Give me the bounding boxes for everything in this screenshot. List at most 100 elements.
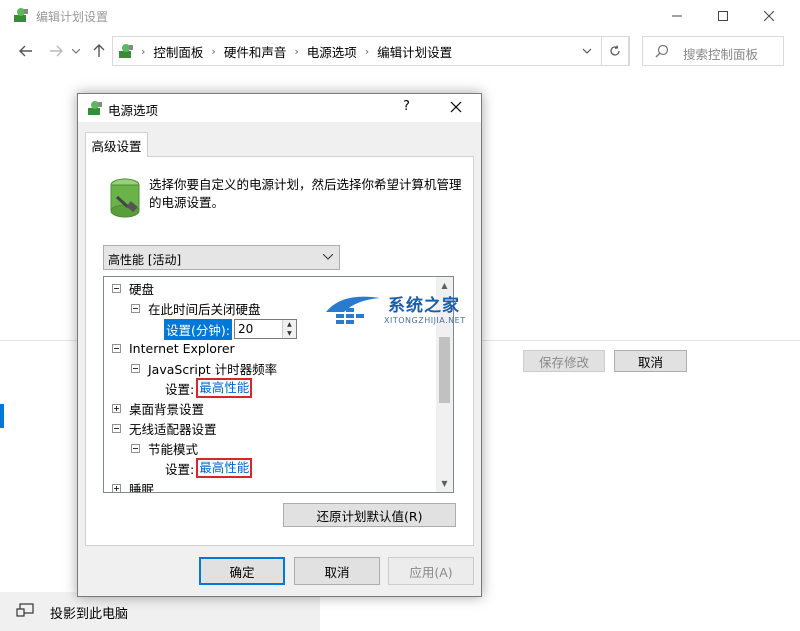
tree-item-hard-disk[interactable]: 硬盘	[112, 278, 154, 298]
dialog-description: 选择你要自定义的电源计划，然后选择你希望计算机管理的电源设置。	[149, 177, 462, 210]
dialog-titlebar: 电源选项 ?	[78, 94, 481, 122]
advanced-settings-panel: 选择你要自定义的电源计划，然后选择你希望计算机管理的电源设置。 高性能 [活动]…	[85, 156, 474, 546]
tree-item-power-save[interactable]: 节能模式	[131, 438, 198, 458]
tree-item-wireless[interactable]: 无线适配器设置	[112, 418, 217, 438]
power-options-dialog: 电源选项 ? 高级设置 选择你要自定义的电源计划，然后选择你希望计算机管理的电源…	[77, 93, 482, 597]
tab-advanced-settings[interactable]: 高级设置	[85, 132, 148, 157]
breadcrumb-separator: ›	[364, 44, 370, 58]
refresh-icon	[610, 45, 620, 56]
tree-item-label: 硬盘	[129, 281, 155, 297]
setting-label: 设置:	[165, 461, 195, 477]
tree-item-label: Internet Explorer	[129, 340, 235, 356]
main-titlebar: 编辑计划设置	[0, 0, 800, 31]
tree-item-label: 睡眠	[129, 481, 155, 493]
breadcrumb-item[interactable]: 电源选项	[307, 42, 357, 61]
collapse-icon[interactable]	[112, 343, 121, 353]
address-dropdown-icon[interactable]	[581, 45, 593, 57]
minimize-icon	[672, 15, 682, 16]
power-options-icon	[14, 8, 28, 22]
power-options-icon	[88, 101, 102, 115]
watermark: 系统之家 XITONGZHIJIA.NET	[322, 290, 472, 340]
chevron-down-icon	[72, 48, 80, 54]
scroll-down-icon[interactable]: ▼	[436, 475, 453, 492]
forward-button[interactable]	[46, 41, 66, 61]
back-button[interactable]	[16, 41, 36, 61]
restore-defaults-button[interactable]: 还原计划默认值(R)	[283, 503, 456, 527]
chevron-down-icon	[323, 254, 333, 260]
dialog-cancel-button[interactable]: 取消	[294, 557, 380, 585]
refresh-button[interactable]	[601, 36, 629, 66]
breadcrumb-separator: ›	[211, 44, 216, 58]
breadcrumb-item[interactable]: 控制面板	[153, 42, 203, 61]
collapse-icon[interactable]	[112, 283, 121, 293]
minutes-stepper[interactable]: 20 ▲ ▼	[233, 319, 297, 339]
breadcrumb-separator: ›	[141, 44, 146, 58]
js-timer-value-link[interactable]: 最高性能	[196, 378, 253, 398]
tree-item-label: 桌面背景设置	[129, 401, 205, 417]
tree-item-label: 节能模式	[148, 441, 199, 457]
ok-button[interactable]: 确定	[199, 557, 285, 585]
watermark-title: 系统之家	[388, 296, 460, 316]
recent-locations-button[interactable]	[70, 41, 82, 61]
stepper-down-icon[interactable]: ▼	[282, 329, 296, 338]
tree-item-label: 在此时间后关闭硬盘	[148, 301, 261, 317]
up-button[interactable]	[89, 41, 109, 61]
expand-icon[interactable]	[112, 403, 121, 413]
apply-button[interactable]: 应用(A)	[388, 557, 474, 585]
minutes-value[interactable]: 20	[238, 322, 253, 336]
watermark-logo-icon	[326, 296, 380, 324]
maximize-icon	[718, 10, 728, 21]
collapse-icon[interactable]	[131, 443, 140, 453]
address-bar[interactable]: › 控制面板 › 硬件和声音 › 电源选项 › 编辑计划设置	[112, 36, 630, 66]
tree-item-js-timer[interactable]: JavaScript 计时器频率	[131, 358, 277, 378]
search-icon	[655, 44, 669, 58]
control-panel-icon	[119, 44, 133, 58]
collapse-icon[interactable]	[131, 303, 140, 313]
window-title: 编辑计划设置	[36, 10, 109, 24]
close-icon	[764, 10, 774, 21]
tree-item-js-setting[interactable]: 设置: 最高性能	[165, 378, 253, 398]
arrow-left-icon	[19, 45, 32, 57]
tree-item-wireless-setting[interactable]: 设置: 最高性能	[165, 458, 253, 478]
tree-item-turn-off-disk[interactable]: 在此时间后关闭硬盘	[131, 298, 261, 318]
arrow-up-icon	[93, 44, 105, 57]
collapse-icon[interactable]	[131, 363, 140, 373]
tree-item-ie[interactable]: Internet Explorer	[112, 338, 235, 358]
project-label: 投影到此电脑	[50, 607, 129, 622]
breadcrumb-item[interactable]: 硬件和声音	[224, 42, 287, 61]
save-changes-button[interactable]: 保存修改	[523, 350, 605, 372]
tree-item-desktop-bg[interactable]: 桌面背景设置	[112, 398, 204, 418]
collapse-icon[interactable]	[112, 423, 121, 433]
wireless-value-link[interactable]: 最高性能	[196, 458, 253, 478]
breadcrumb-item[interactable]: 编辑计划设置	[377, 42, 452, 61]
search-input[interactable]: 搜索控制面板	[642, 36, 784, 66]
help-button[interactable]: ?	[403, 99, 410, 114]
scroll-thumb[interactable]	[439, 337, 450, 403]
tree-item-label: JavaScript 计时器频率	[148, 361, 278, 377]
bottom-background	[320, 592, 800, 631]
tree-item-disk-minutes[interactable]: 设置(分钟): 20 ▲ ▼	[164, 318, 297, 340]
tree-item-sleep[interactable]: 睡眠	[112, 478, 155, 493]
stepper-up-icon[interactable]: ▲	[282, 320, 296, 329]
address-row: › 控制面板 › 硬件和声音 › 电源选项 › 编辑计划设置 搜索控制面板	[0, 32, 800, 70]
arrow-right-icon	[50, 45, 63, 57]
tree-item-label: 无线适配器设置	[129, 421, 217, 437]
close-button[interactable]	[746, 0, 792, 31]
close-icon[interactable]	[450, 101, 462, 113]
setting-label: 设置:	[165, 381, 195, 397]
selection-indicator	[0, 404, 4, 428]
project-to-pc-item[interactable]: 投影到此电脑	[0, 592, 320, 631]
power-plan-select[interactable]: 高性能 [活动]	[103, 245, 340, 270]
setting-minutes-label: 设置(分钟):	[164, 318, 232, 340]
stepper-buttons[interactable]: ▲ ▼	[281, 320, 296, 338]
minimize-button[interactable]	[654, 0, 700, 31]
power-plan-value: 高性能 [活动]	[108, 253, 182, 267]
battery-icon	[110, 178, 140, 218]
search-placeholder: 搜索控制面板	[683, 47, 759, 62]
maximize-button[interactable]	[700, 0, 746, 31]
watermark-url: XITONGZHIJIA.NET	[384, 316, 466, 325]
expand-icon[interactable]	[112, 483, 121, 492]
dialog-title: 电源选项	[108, 103, 159, 118]
project-icon	[16, 603, 34, 617]
cancel-button[interactable]: 取消	[614, 350, 687, 372]
